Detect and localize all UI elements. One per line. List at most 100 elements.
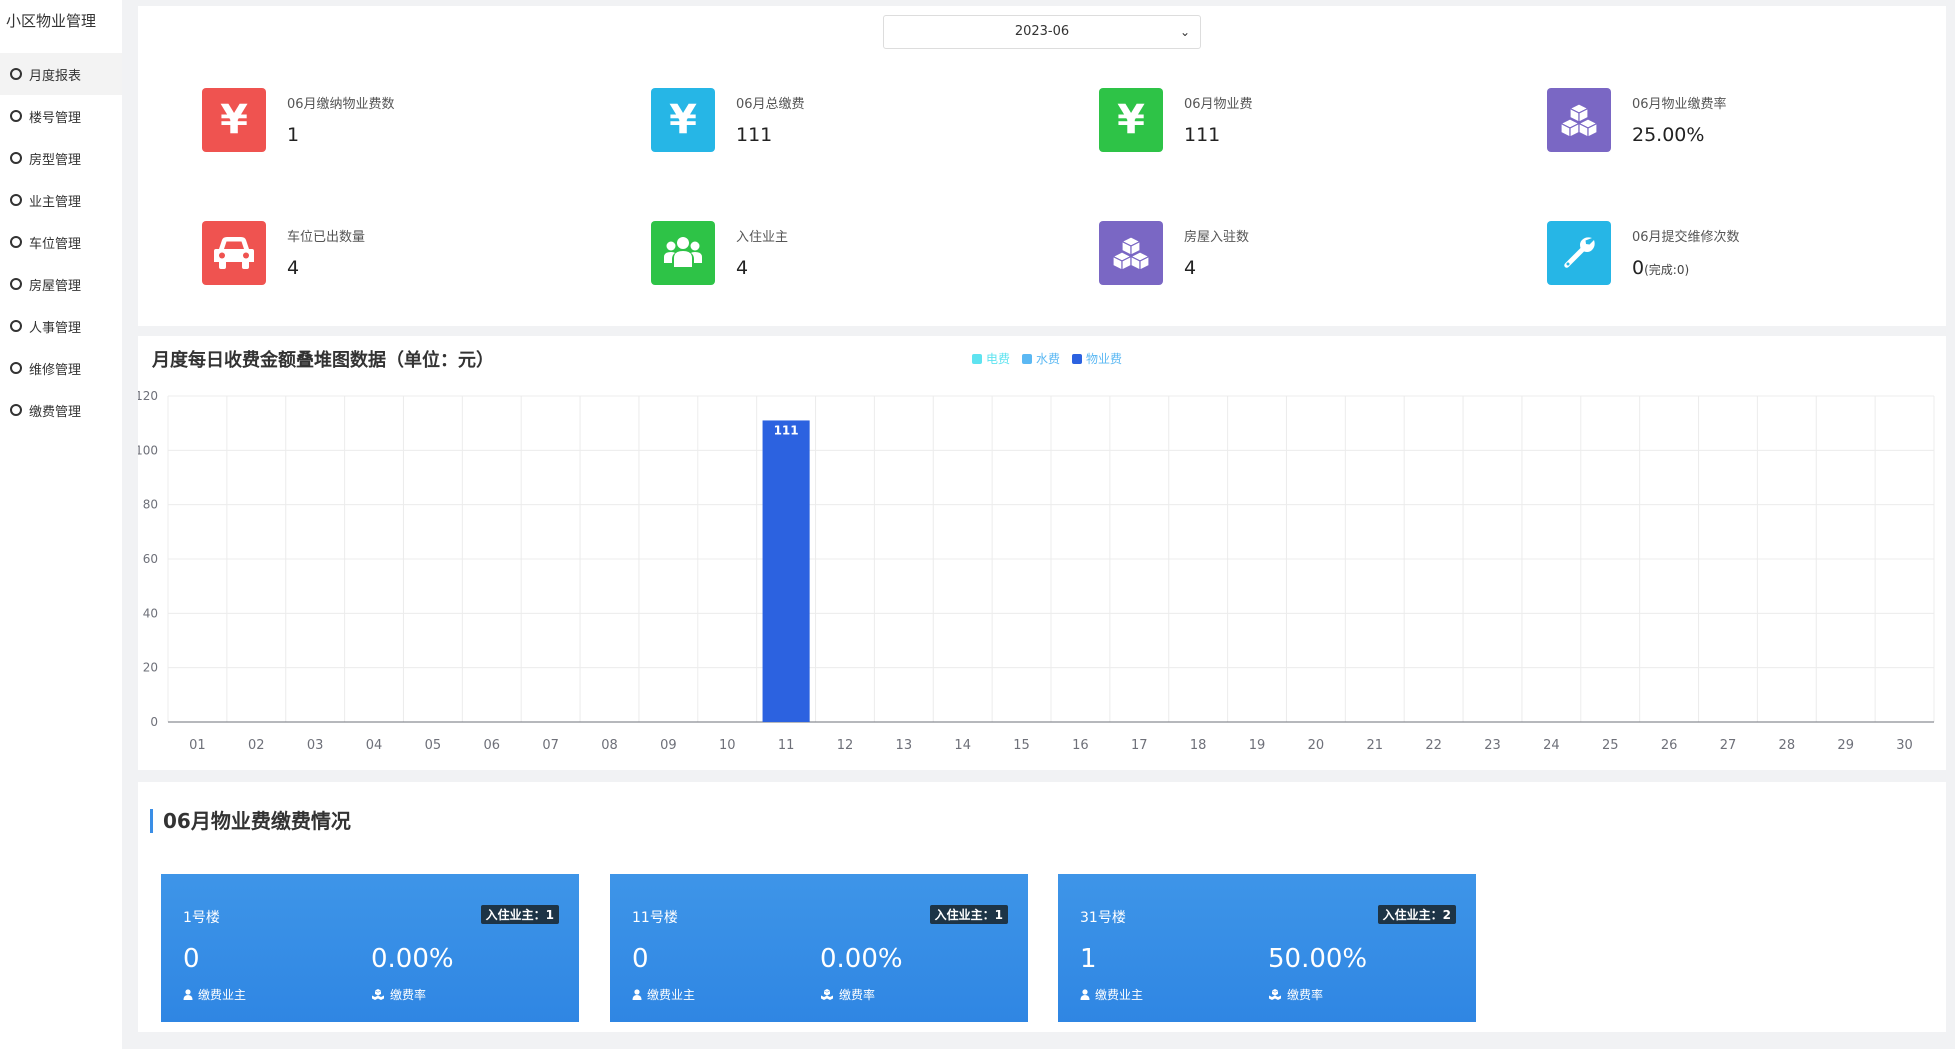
payment-rate-label: 缴费率 [820, 986, 875, 1003]
building-card: 31号楼 入住业主：2 1 50.00% 缴费业主 缴费率 [1058, 874, 1476, 1022]
x-tick-label: 24 [1543, 738, 1560, 753]
x-tick-label: 30 [1896, 738, 1913, 753]
payment-rate-value: 50.00% [1268, 944, 1368, 974]
circle-icon [10, 152, 22, 164]
stat-label: 06月物业费 [1184, 97, 1253, 112]
building-card: 11号楼 入住业主：1 0 0.00% 缴费业主 缴费率 [610, 874, 1028, 1022]
section-title: 06月物业费缴费情况 [150, 809, 351, 833]
stat-label: 入住业主 [736, 230, 789, 245]
x-tick-label: 11 [778, 738, 795, 753]
x-tick-label: 08 [601, 738, 618, 753]
stat-card-total-payment: ¥ 06月总缴费 111 [651, 88, 1011, 158]
stat-label: 车位已出数量 [287, 230, 366, 245]
stat-label: 06月提交维修次数 [1632, 230, 1740, 245]
stat-value-sub: (完成:0) [1644, 263, 1690, 277]
stat-value: 4 [736, 257, 749, 279]
x-tick-label: 16 [1072, 738, 1089, 753]
x-tick-label: 25 [1602, 738, 1619, 753]
chevron-down-icon: ⌄ [1179, 25, 1190, 39]
stat-card-parking-sold: 车位已出数量 4 [202, 221, 562, 291]
bar-物业费-11 [762, 420, 810, 722]
chart-panel: 月度每日收费金额叠堆图数据（单位：元） 电费 水费 物业费 0 20 40 60 80 1… [138, 336, 1946, 770]
bar-data-label: 111 [774, 423, 799, 437]
sidebar-item-payment[interactable]: 缴费管理 [0, 389, 122, 431]
circle-icon [10, 404, 22, 416]
x-tick-label: 07 [542, 738, 559, 753]
x-tick-label: 01 [189, 738, 206, 753]
circle-icon [10, 194, 22, 206]
stat-card-paid-count: ¥ 06月缴纳物业费数 1 [202, 88, 562, 158]
user-icon [183, 989, 193, 1000]
paid-owners-value: 0 [183, 944, 200, 974]
x-tick-label: 22 [1425, 738, 1442, 753]
stat-value: 4 [1184, 257, 1197, 279]
bar-chart: 02040608010012001 02 03 04 05 06 07 08 09 10 11 12 1… [138, 389, 1935, 753]
yen-icon: ¥ [1099, 88, 1163, 152]
x-tick-label: 02 [248, 738, 265, 753]
sidebar-item-staff[interactable]: 人事管理 [0, 305, 122, 347]
circle-icon [10, 320, 22, 332]
paid-owners-label-text: 缴费业主 [198, 988, 247, 1002]
sidebar-item-label: 维修管理 [29, 362, 82, 378]
stat-value: 25.00% [1632, 124, 1705, 146]
sidebar-item-room-type[interactable]: 房型管理 [0, 137, 122, 179]
sidebar-item-label: 房型管理 [29, 152, 82, 168]
building-card: 1号楼 入住业主：1 0 0.00% 缴费业主 缴费率 [161, 874, 579, 1022]
cubes-icon [372, 989, 384, 1000]
stat-card-payment-rate: 06月物业缴费率 25.00% [1547, 88, 1907, 158]
residents-badge: 入住业主：2 [1377, 905, 1456, 924]
sidebar: 小区物业管理 月度报表 楼号管理 房型管理 业主管理 车位管理 房屋管理 人事管… [0, 0, 122, 1049]
cubes-icon [821, 989, 833, 1000]
building-payment-panel: 06月物业费缴费情况 1号楼 入住业主：1 0 0.00% 缴费业主 缴费率 1… [138, 782, 1946, 1032]
building-name: 31号楼 [1080, 910, 1126, 926]
paid-owners-label-text: 缴费业主 [1095, 988, 1144, 1002]
stat-value: 0(完成:0) [1632, 257, 1689, 279]
y-tick-label: 120 [138, 389, 158, 403]
stat-value: 111 [736, 124, 773, 146]
building-name: 1号楼 [183, 910, 220, 926]
x-tick-label: 13 [896, 738, 913, 753]
sidebar-item-house[interactable]: 房屋管理 [0, 263, 122, 305]
stats-panel: 2023-06 ⌄ ¥ 06月缴纳物业费数 1 ¥ 06月总缴费 111 ¥ 0… [138, 6, 1946, 326]
stat-card-property-fee: ¥ 06月物业费 111 [1099, 88, 1459, 158]
car-icon [202, 221, 266, 285]
sidebar-item-label: 月度报表 [29, 68, 82, 84]
circle-icon [10, 110, 22, 122]
x-tick-label: 18 [1190, 738, 1207, 753]
sidebar-item-parking[interactable]: 车位管理 [0, 221, 122, 263]
sidebar-item-building[interactable]: 楼号管理 [0, 95, 122, 137]
payment-rate-label: 缴费率 [371, 986, 426, 1003]
x-tick-label: 26 [1661, 738, 1678, 753]
x-tick-label: 14 [954, 738, 971, 753]
payment-rate-label-text: 缴费率 [839, 988, 876, 1002]
circle-icon [10, 68, 22, 80]
paid-owners-label: 缴费业主 [1080, 986, 1143, 1003]
x-tick-label: 29 [1837, 738, 1854, 753]
payment-rate-value: 0.00% [820, 944, 903, 974]
sidebar-item-owner[interactable]: 业主管理 [0, 179, 122, 221]
sidebar-item-monthly-report[interactable]: 月度报表 [0, 53, 122, 95]
sidebar-item-repair[interactable]: 维修管理 [0, 347, 122, 389]
cubes-icon [1099, 221, 1163, 285]
x-tick-label: 20 [1308, 738, 1325, 753]
y-tick-label: 40 [143, 606, 158, 620]
cubes-icon [1547, 88, 1611, 152]
sidebar-item-label: 楼号管理 [29, 110, 82, 126]
payment-rate-label-text: 缴费率 [390, 988, 427, 1002]
stat-card-houses-occupied: 房屋入驻数 4 [1099, 221, 1459, 291]
sidebar-item-label: 车位管理 [29, 236, 82, 252]
circle-icon [10, 278, 22, 290]
x-tick-label: 06 [483, 738, 500, 753]
month-select-value: 2023-06 [1014, 24, 1070, 39]
sidebar-nav: 月度报表 楼号管理 房型管理 业主管理 车位管理 房屋管理 人事管理 维修管理 … [0, 53, 122, 431]
x-tick-label: 15 [1013, 738, 1030, 753]
residents-badge: 入住业主：1 [480, 905, 559, 924]
x-tick-label: 03 [307, 738, 324, 753]
x-tick-label: 28 [1779, 738, 1796, 753]
stat-card-residents: 入住业主 4 [651, 221, 1011, 291]
yen-icon: ¥ [202, 88, 266, 152]
y-tick-label: 60 [143, 552, 158, 566]
paid-owners-label-text: 缴费业主 [647, 988, 696, 1002]
month-select[interactable]: 2023-06 ⌄ [883, 15, 1201, 49]
payment-rate-value: 0.00% [371, 944, 454, 974]
